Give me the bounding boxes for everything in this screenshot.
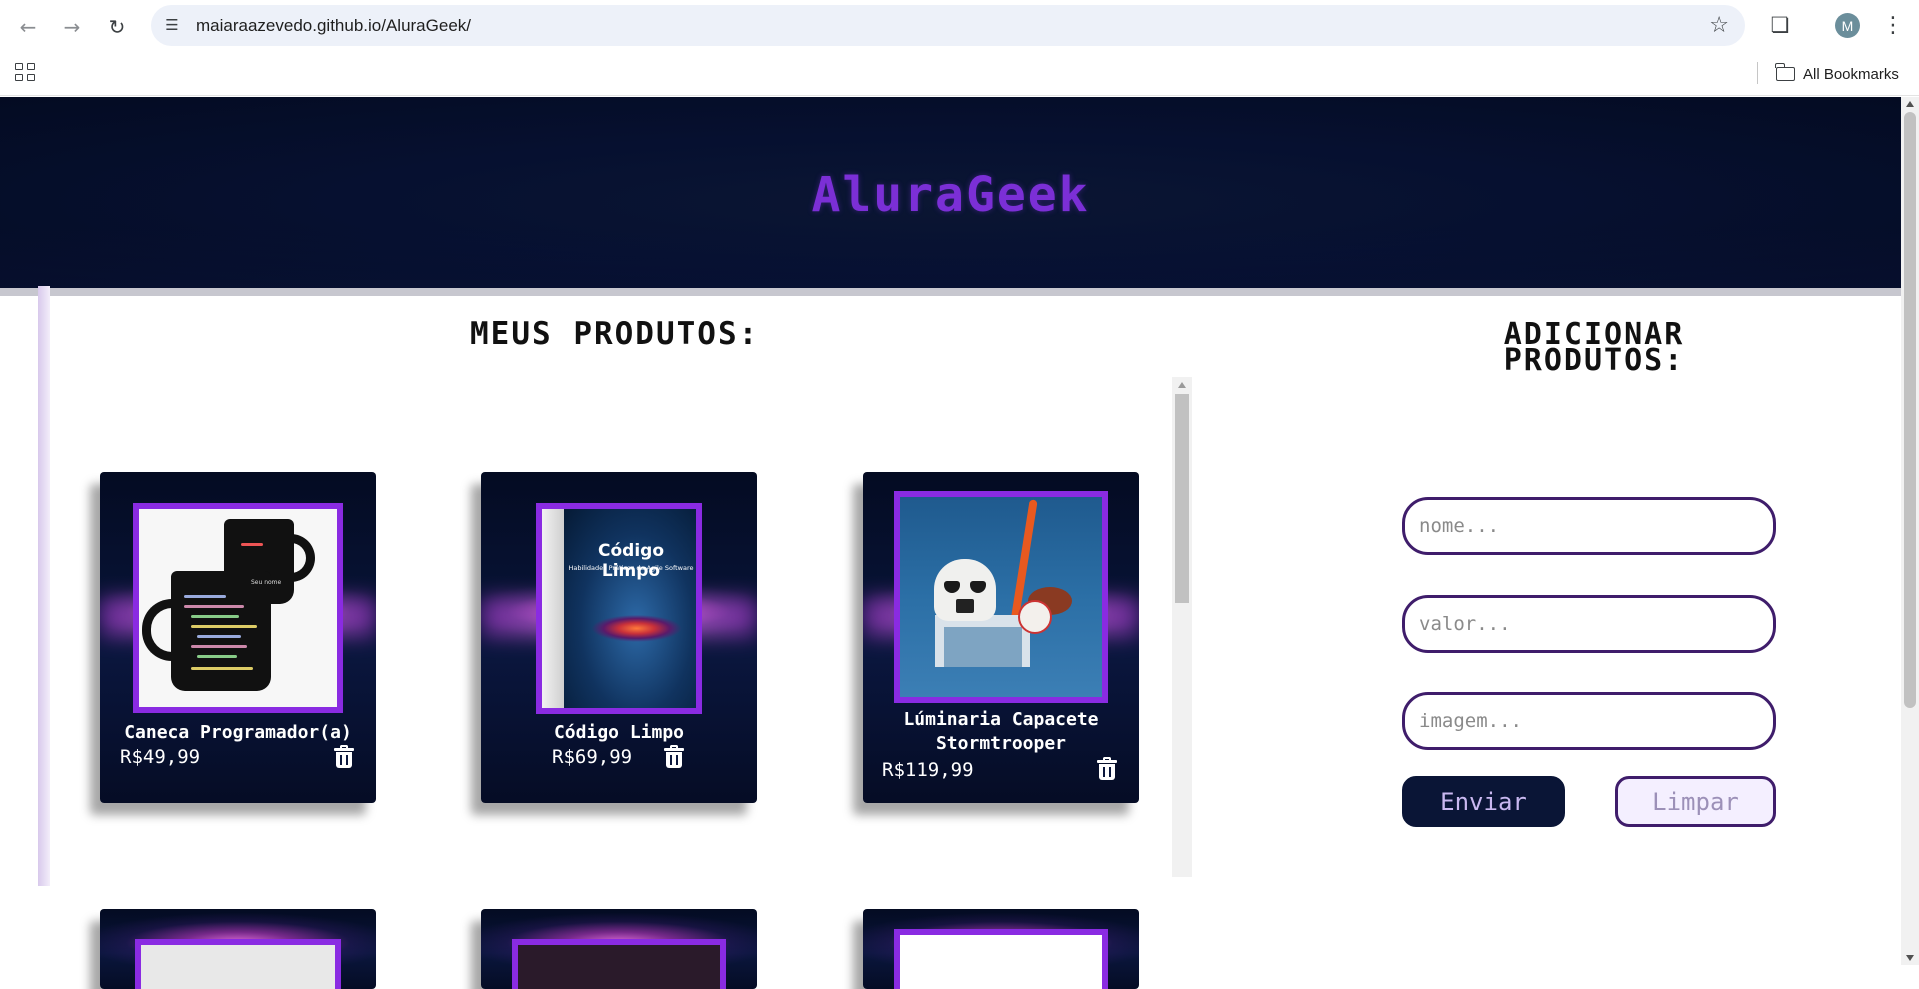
forward-arrow-icon[interactable]: → [57,12,87,42]
back-arrow-icon[interactable]: ← [13,12,43,42]
book-cover-title: Código Limpo [598,541,664,581]
avatar[interactable]: M [1835,13,1860,38]
add-product-title: ADICIONAR PRODUTOS: [1503,317,1685,378]
browser-toolbar: ← → ↻ ☰ maiaraazevedo.github.io/AluraGee… [0,0,1919,52]
product-card [100,909,376,989]
trash-icon[interactable] [334,745,354,769]
product-image [894,929,1108,989]
site-info-icon[interactable]: ☰ [161,14,183,36]
bookmark-star-icon[interactable]: ☆ [1709,13,1729,38]
all-bookmarks-button[interactable]: All Bookmarks [1775,63,1899,85]
page-scrollbar-thumb[interactable] [1904,112,1916,708]
products-section-title: MEUS PRODUTOS: [470,316,760,352]
address-bar[interactable]: ☰ maiaraazevedo.github.io/AluraGeek/ ☆ [151,5,1745,46]
product-name: Lúminaria Capacete Stormtrooper [903,709,1099,754]
scroll-down-arrow-icon[interactable] [1906,955,1914,961]
url-text[interactable]: maiaraazevedo.github.io/AluraGeek/ [196,16,471,36]
page-scrollbar[interactable] [1901,97,1919,965]
products-scrollbar-thumb[interactable] [1175,394,1189,603]
trash-icon[interactable] [1097,757,1117,781]
product-image [894,491,1108,703]
bookmarks-bar: All Bookmarks [0,52,1919,96]
product-card: Seu nome Caneca Programador(a) R$49,99 [100,472,376,803]
all-bookmarks-label: All Bookmarks [1803,65,1899,83]
scroll-up-arrow-icon[interactable] [1906,101,1914,107]
stormtrooper-lamp-image [900,497,1102,697]
clean-code-book-image: Código Limpo Habilidades Práticas do Agi… [542,509,696,708]
reload-icon[interactable]: ↻ [102,12,132,42]
product-price: R$119,99 [882,759,974,781]
product-card: Lúminaria Capacete Stormtrooper R$119,99 [863,472,1139,803]
site-header: AluraGeek [0,97,1901,296]
product-name: Caneca Programador(a) [124,722,352,743]
product-card: Código Limpo Habilidades Práticas do Agi… [481,472,757,803]
product-image [135,939,341,989]
panel-decoration [38,286,50,886]
book-cover-subtitle: Habilidades Práticas do Agile Software [568,564,694,572]
apps-grid-icon[interactable] [13,61,35,83]
product-card [481,909,757,989]
product-name: Código Limpo [553,722,685,743]
folder-icon [1775,63,1795,81]
submit-button[interactable]: Enviar [1402,776,1565,827]
products-scrollbar[interactable] [1172,377,1192,877]
image-input[interactable] [1402,692,1776,750]
product-price: R$49,99 [120,746,201,768]
name-input[interactable] [1402,497,1776,555]
product-image [512,939,726,989]
extensions-icon[interactable]: ❏ [1767,12,1793,38]
trash-icon[interactable] [664,745,684,769]
mug-caption: Seu nome [251,579,282,586]
bookmarks-separator [1757,62,1758,84]
more-menu-icon[interactable]: ⋮ [1882,12,1904,38]
price-input[interactable] [1402,595,1776,653]
clear-button[interactable]: Limpar [1615,776,1776,827]
scroll-up-arrow-icon[interactable] [1178,382,1186,388]
product-image: Seu nome [133,503,343,713]
product-image: Código Limpo Habilidades Práticas do Agi… [536,503,702,714]
site-logo-title[interactable]: AluraGeek [0,167,1901,223]
product-price: R$69,99 [552,746,633,768]
product-card [863,909,1139,989]
black-coffee-mug-image: Seu nome [139,509,337,707]
